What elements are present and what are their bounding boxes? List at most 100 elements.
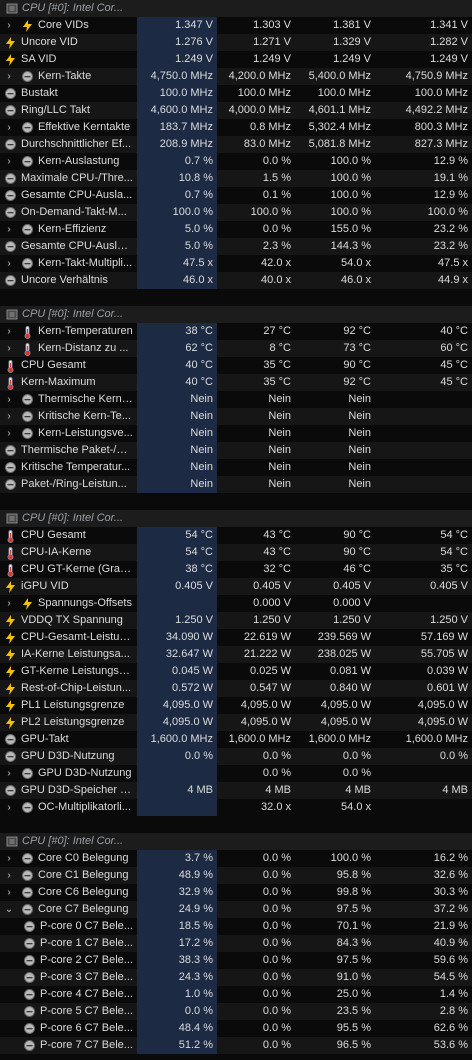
sensor-row[interactable]: › Core VIDs 1.347 V 1.303 V 1.381 V 1.341 V: [0, 17, 472, 34]
current-value: 24.9 %: [137, 901, 217, 918]
sensor-row[interactable]: P-core 3 C7 Bele... 24.3 % 0.0 % 91.0 % 54.5…: [0, 969, 472, 986]
sensor-row[interactable]: PL1 Leistungsgrenze 4,095.0 W 4,095.0 W 4,0…: [0, 697, 472, 714]
sensor-row[interactable]: › Thermische Kern-... Nein Nein Nein: [0, 391, 472, 408]
thermometer-icon: [5, 360, 16, 373]
chevron-right-icon[interactable]: ›: [4, 799, 14, 816]
sensor-row[interactable]: ⌄ Core C7 Belegung 24.9 % 0.0 % 97.5 % 37.2 %: [0, 901, 472, 918]
sensor-row[interactable]: CPU Gesamt 54 °C 43 °C 90 °C 54 °C: [0, 527, 472, 544]
sensor-row[interactable]: › GPU D3D-Nutzung 0.0 % 0.0 %: [0, 765, 472, 782]
clock-icon: [5, 445, 16, 456]
chevron-right-icon[interactable]: ›: [4, 153, 14, 170]
sensor-row[interactable]: › Kritische Kern-Te... Nein Nein Nein: [0, 408, 472, 425]
section-header[interactable]: CPU [#0]: Intel Cor...: [0, 306, 472, 323]
chevron-right-icon[interactable]: ›: [4, 408, 14, 425]
average-value: 12.9 %: [433, 155, 468, 167]
section-header[interactable]: CPU [#0]: Intel Cor...: [0, 0, 472, 17]
sensor-name-cell: Kern-Maximum: [0, 374, 135, 391]
sensor-row[interactable]: GT-Kerne Leistungsa... 0.045 W 0.025 W 0.08…: [0, 663, 472, 680]
sensor-label: Kern-Distanz zu ...: [38, 342, 129, 354]
chevron-down-icon[interactable]: ⌄: [4, 901, 14, 918]
sensor-row[interactable]: Durchschnittlicher Ef... 208.9 MHz 83.0 MH…: [0, 136, 472, 153]
sensor-row[interactable]: P-core 0 C7 Bele... 18.5 % 0.0 % 70.1 % 21.9…: [0, 918, 472, 935]
maximum-value: 84.3 %: [336, 937, 371, 949]
sensor-row[interactable]: SA VID 1.249 V 1.249 V 1.249 V 1.249 V: [0, 51, 472, 68]
sensor-row[interactable]: Paket-/Ring-Leistun... Nein Nein Nein: [0, 476, 472, 493]
sensor-row[interactable]: › Kern-Effizienz 5.0 % 0.0 % 155.0 % 23.2 %: [0, 221, 472, 238]
sensor-row[interactable]: Uncore Verhältnis 46.0 x 40.0 x 46.0 x 44.9 …: [0, 272, 472, 289]
sensor-row[interactable]: › Spannungs-Offsets 0.000 V 0.000 V: [0, 595, 472, 612]
sensor-row[interactable]: Maximale CPU-/Thre... 10.8 % 1.5 % 100.0 % 1…: [0, 170, 472, 187]
chevron-right-icon[interactable]: ›: [4, 425, 14, 442]
chevron-right-icon[interactable]: ›: [4, 595, 14, 612]
current-value: 24.3 %: [137, 969, 217, 986]
sensor-row[interactable]: VDDQ TX Spannung 1.250 V 1.250 V 1.250 V 1.2…: [0, 612, 472, 629]
sensor-row[interactable]: P-core 7 C7 Bele... 51.2 % 0.0 % 96.5 % 53.6…: [0, 1037, 472, 1054]
maximum-value: 0.405 V: [333, 580, 371, 592]
sensor-row[interactable]: › Kern-Temperaturen 38 °C 27 °C 92 °C 40 °C: [0, 323, 472, 340]
sensor-name-cell: › Effektive Kerntakte: [0, 119, 135, 136]
average-value: 1.341 V: [430, 19, 468, 31]
sensor-row[interactable]: › Kern-Auslastung 0.7 % 0.0 % 100.0 % 12.9 %: [0, 153, 472, 170]
chevron-right-icon[interactable]: ›: [4, 850, 14, 867]
sensor-row[interactable]: › Kern-Leistungsve... Nein Nein Nein: [0, 425, 472, 442]
sensor-row[interactable]: GPU D3D-Speicher d... 4 MB 4 MB 4 MB 4 MB: [0, 782, 472, 799]
chevron-right-icon[interactable]: ›: [4, 323, 14, 340]
sensor-row[interactable]: P-core 1 C7 Bele... 17.2 % 0.0 % 84.3 % 40.9…: [0, 935, 472, 952]
chevron-right-icon[interactable]: ›: [4, 884, 14, 901]
sensor-row[interactable]: Ring/LLC Takt 4,600.0 MHz 4,000.0 MHz 4,601…: [0, 102, 472, 119]
sensor-row[interactable]: › Core C0 Belegung 3.7 % 0.0 % 100.0 % 16.2 %: [0, 850, 472, 867]
sensor-row[interactable]: › Kern-Takt-Multipli... 47.5 x 42.0 x 54.0 x…: [0, 255, 472, 272]
section-header[interactable]: CPU [#0]: Intel Cor...: [0, 510, 472, 527]
sensor-row[interactable]: P-core 4 C7 Bele... 1.0 % 0.0 % 25.0 % 1.4 %: [0, 986, 472, 1003]
current-value: 0.405 V: [137, 578, 217, 595]
sensor-row[interactable]: Thermische Paket-/R... Nein Nein Nein: [0, 442, 472, 459]
sensor-row[interactable]: › OC-Multiplikatorli... 32.0 x 54.0 x: [0, 799, 472, 816]
current-value: 10.8 %: [137, 170, 217, 187]
sensor-row[interactable]: › Core C6 Belegung 32.9 % 0.0 % 99.8 % 30.3 %: [0, 884, 472, 901]
sensor-row[interactable]: GPU-Takt 1,600.0 MHz 1,600.0 MHz 1,600.0 MH…: [0, 731, 472, 748]
sensor-row[interactable]: IA-Kerne Leistungsa... 32.647 W 21.222 W 23…: [0, 646, 472, 663]
current-value: 48.9 %: [137, 867, 217, 884]
chevron-right-icon[interactable]: ›: [4, 17, 14, 34]
sensor-row[interactable]: Bustakt 100.0 MHz 100.0 MHz 100.0 MHz 100.0 …: [0, 85, 472, 102]
sensor-row[interactable]: CPU-Gesamt-Leistun... 34.090 W 22.619 W 239…: [0, 629, 472, 646]
sensor-row[interactable]: CPU-IA-Kerne 54 °C 43 °C 90 °C 54 °C: [0, 544, 472, 561]
chevron-right-icon[interactable]: ›: [4, 68, 14, 85]
chevron-right-icon[interactable]: ›: [4, 765, 14, 782]
sensor-row[interactable]: Gesamte CPU-Ausla... 0.7 % 0.1 % 100.0 % 12.…: [0, 187, 472, 204]
sensor-row[interactable]: iGPU VID 0.405 V 0.405 V 0.405 V 0.405 V: [0, 578, 472, 595]
sensor-row[interactable]: › Effektive Kerntakte 183.7 MHz 0.8 MHz 5,30…: [0, 119, 472, 136]
sensor-row[interactable]: GPU D3D-Nutzung 0.0 % 0.0 % 0.0 % 0.0 %: [0, 748, 472, 765]
sensor-label: GPU D3D-Speicher d...: [21, 784, 133, 796]
chevron-right-icon[interactable]: ›: [4, 255, 14, 272]
chevron-right-icon[interactable]: ›: [4, 391, 14, 408]
current-value: Nein: [137, 408, 217, 425]
sensor-row[interactable]: P-core 6 C7 Bele... 48.4 % 0.0 % 95.5 % 62.6…: [0, 1020, 472, 1037]
sensor-row[interactable]: On-Demand-Takt-M... 100.0 % 100.0 % 100.0 %…: [0, 204, 472, 221]
maximum-value: Nein: [348, 444, 371, 456]
sensor-name-cell: Maximale CPU-/Thre...: [0, 170, 135, 187]
current-value: Nein: [137, 459, 217, 476]
chevron-right-icon[interactable]: ›: [4, 119, 14, 136]
section-header[interactable]: CPU [#0]: Intel Cor...: [0, 833, 472, 850]
sensor-row[interactable]: Gesamte CPU-Auslas... 5.0 % 2.3 % 144.3 % 23…: [0, 238, 472, 255]
maximum-value: 1.249 V: [333, 53, 371, 65]
sensor-row[interactable]: PL2 Leistungsgrenze 4,095.0 W 4,095.0 W 4,0…: [0, 714, 472, 731]
sensor-row[interactable]: › Kern-Takte 4,750.0 MHz 4,200.0 MHz 5,400.0…: [0, 68, 472, 85]
sensor-row[interactable]: Rest-of-Chip-Leistun... 0.572 W 0.547 W 0.8…: [0, 680, 472, 697]
sensor-row[interactable]: Kritische Temperatur... Nein Nein Nein: [0, 459, 472, 476]
maximum-value: 0.0 %: [342, 750, 371, 762]
sensor-row[interactable]: P-core 2 C7 Bele... 38.3 % 0.0 % 97.5 % 59.6…: [0, 952, 472, 969]
minimum-value: 1.250 V: [253, 614, 291, 626]
sensor-row[interactable]: Uncore VID 1.276 V 1.271 V 1.329 V 1.282 V: [0, 34, 472, 51]
chevron-right-icon[interactable]: ›: [4, 221, 14, 238]
sensor-row[interactable]: › Core C1 Belegung 48.9 % 0.0 % 95.8 % 32.6 %: [0, 867, 472, 884]
sensor-row[interactable]: CPU GT-Kerne (Grafik) 38 °C 32 °C 46 °C 35 °…: [0, 561, 472, 578]
sensor-row[interactable]: › Kern-Distanz zu ... 62 °C 8 °C 73 °C 60 °C: [0, 340, 472, 357]
sensor-row[interactable]: Kern-Maximum 40 °C 35 °C 92 °C 45 °C: [0, 374, 472, 391]
chevron-right-icon[interactable]: ›: [4, 867, 14, 884]
sensor-row[interactable]: CPU Gesamt 40 °C 35 °C 90 °C 45 °C: [0, 357, 472, 374]
average-value: 12.9 %: [433, 189, 468, 201]
sensor-row[interactable]: P-core 5 C7 Bele... 0.0 % 0.0 % 23.5 % 2.8 %: [0, 1003, 472, 1020]
chevron-right-icon[interactable]: ›: [4, 340, 14, 357]
